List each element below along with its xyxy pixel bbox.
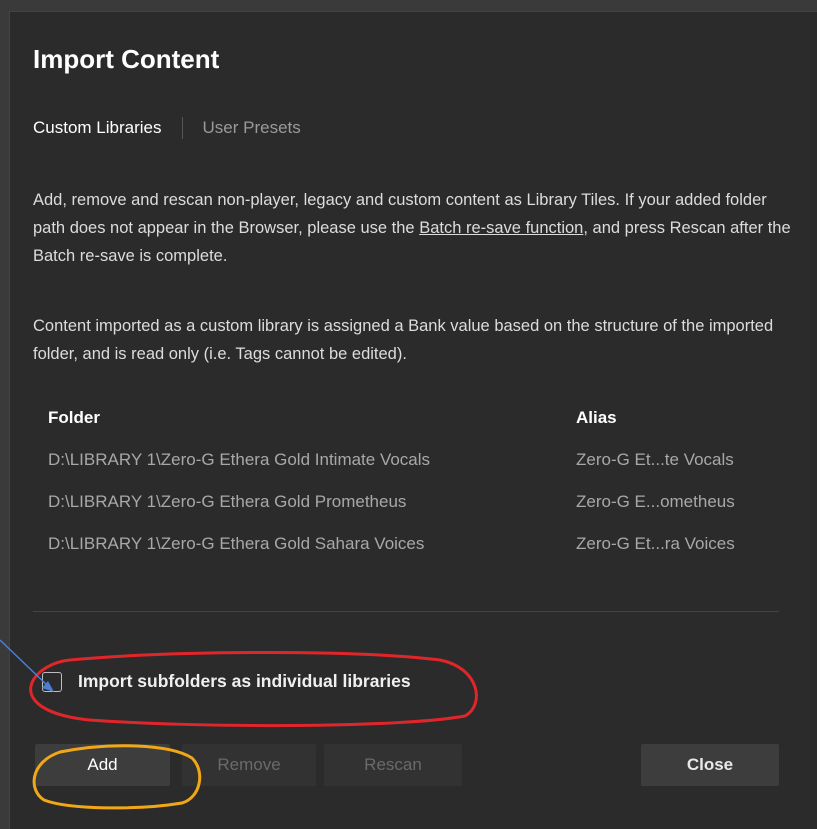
tab-user-presets[interactable]: User Presets [203, 118, 301, 138]
table-row[interactable]: D:\LIBRARY 1\Zero-G Ethera Gold Promethe… [48, 492, 788, 522]
dialog-title: Import Content [33, 44, 220, 74]
add-button[interactable]: Add [35, 744, 170, 786]
import-subfolders-checkbox[interactable] [42, 671, 62, 692]
tab-bar: Custom Libraries User Presets [33, 117, 301, 139]
alias-cell[interactable]: Zero-G E...ometheus [576, 492, 735, 512]
batch-resave-link[interactable]: Batch re-save function [419, 219, 583, 237]
table-row[interactable]: D:\LIBRARY 1\Zero-G Ethera Gold Sahara V… [48, 534, 788, 564]
import-subfolders-option[interactable]: Import subfolders as individual librarie… [42, 671, 411, 692]
table-row[interactable]: D:\LIBRARY 1\Zero-G Ethera Gold Intimate… [48, 450, 788, 480]
remove-button[interactable]: Remove [182, 744, 316, 786]
alias-cell[interactable]: Zero-G Et...te Vocals [576, 450, 734, 470]
description-text: Add, remove and rescan non-player, legac… [33, 186, 793, 270]
section-divider [33, 611, 779, 612]
folder-cell: D:\LIBRARY 1\Zero-G Ethera Gold Promethe… [48, 492, 407, 511]
alias-column-header: Alias [576, 408, 617, 427]
tab-custom-libraries[interactable]: Custom Libraries [33, 118, 162, 138]
folder-cell: D:\LIBRARY 1\Zero-G Ethera Gold Intimate… [48, 450, 431, 469]
folder-cell: D:\LIBRARY 1\Zero-G Ethera Gold Sahara V… [48, 534, 425, 553]
custom-library-note: Content imported as a custom library is … [33, 317, 774, 363]
alias-cell[interactable]: Zero-G Et...ra Voices [576, 534, 735, 554]
rescan-button[interactable]: Rescan [324, 744, 462, 786]
tab-divider [181, 117, 183, 139]
import-subfolders-label[interactable]: Import subfolders as individual librarie… [78, 671, 411, 692]
close-button[interactable]: Close [641, 744, 779, 786]
folder-column-header: Folder [48, 408, 100, 427]
